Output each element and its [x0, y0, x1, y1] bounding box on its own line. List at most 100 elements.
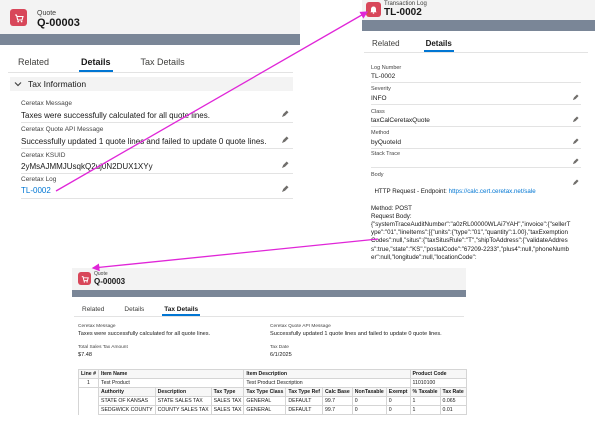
field-label-stack-trace: Stack Trace	[371, 151, 401, 157]
pencil-icon[interactable]	[572, 138, 579, 145]
field-value-quote-api-message: Successfully updated 1 quote lines and f…	[21, 137, 267, 146]
table-header-cell: NonTaxable	[351, 387, 387, 397]
table-header-row: Line # Item Name Item Description Produc…	[78, 369, 467, 379]
table-cell: DEFAULT	[285, 396, 323, 406]
arrow-to-tax-details	[91, 238, 379, 272]
field-value-ceretax-message: Taxes were successfully calculated for a…	[78, 331, 211, 337]
table-cell: SALES TAX	[210, 405, 245, 415]
log-tabs: Related Details	[362, 34, 462, 52]
tab-related[interactable]: Related	[8, 52, 59, 72]
field-label-log-number: Log Number	[371, 65, 402, 71]
table-cell: 99.7	[321, 396, 353, 406]
field-divider	[371, 82, 581, 83]
tab-tax-details[interactable]: Tax Details	[154, 302, 208, 316]
pencil-icon[interactable]	[281, 161, 289, 169]
log-header-bar	[362, 20, 595, 31]
table-cell: 0	[351, 405, 387, 415]
quote-title: Q-00003	[37, 17, 80, 29]
table-cell: 0	[385, 405, 411, 415]
table-cell: 0.065	[439, 396, 467, 406]
tab-details[interactable]: Details	[416, 34, 462, 52]
table-cell: 0	[385, 396, 411, 406]
table-cell: 11010100	[409, 378, 467, 388]
bell-icon	[366, 2, 381, 17]
field-label-body: Body	[371, 172, 384, 178]
quote-icon	[78, 272, 91, 285]
field-label-total-sales-tax: Total Sales Tax Amount	[78, 345, 128, 350]
field-value-total-sales-tax: $7.48	[78, 352, 92, 358]
table-row: 1 Test Product Test Product Description …	[78, 378, 467, 388]
pencil-icon[interactable]	[281, 110, 289, 118]
tabs-divider	[74, 316, 464, 317]
pencil-icon[interactable]	[281, 136, 289, 144]
pencil-icon[interactable]	[572, 116, 579, 123]
body-endpoint-link[interactable]: https://calc.cert.ceretax.net/sale	[449, 188, 536, 195]
pencil-icon[interactable]	[572, 94, 579, 101]
field-value-method: byQuoteId	[371, 139, 401, 146]
tab-related[interactable]: Related	[362, 34, 410, 52]
quote-tabs: Related Details Tax Details	[8, 52, 195, 72]
table-cell: DEFAULT	[285, 405, 323, 415]
table-header-cell: Item Description	[243, 369, 411, 379]
section-tax-information[interactable]: Tax Information	[10, 77, 293, 91]
table-cell: Test Product Description	[243, 378, 411, 388]
field-label-tax-date: Tax Date	[270, 345, 289, 350]
table-row: STATE OF KANSAS STATE SALES TAX SALES TA…	[79, 396, 467, 406]
field-value-quote-api-message: Successfully updated 1 quote lines and f…	[270, 331, 442, 337]
table-cell: STATE SALES TAX	[154, 396, 212, 406]
table-cell-empty	[78, 387, 99, 415]
table-cell: 1	[409, 405, 441, 415]
ceretax-log-link[interactable]: TL-0002	[21, 186, 51, 195]
field-divider	[21, 173, 293, 174]
table-cell: SEDGWICK COUNTY	[98, 405, 156, 415]
table-header-cell: Exempt	[385, 387, 411, 397]
quote-header-bar	[0, 34, 300, 45]
field-value-severity: INFO	[371, 95, 387, 102]
field-divider	[21, 122, 293, 123]
table-cell: Test Product	[97, 378, 245, 388]
pencil-icon[interactable]	[281, 185, 289, 193]
tab-details[interactable]: Details	[71, 52, 121, 72]
field-label-ksuid: Ceretax KSUID	[21, 152, 66, 159]
tab-details[interactable]: Details	[114, 302, 154, 316]
table-header-cell: Tax Type Ref	[285, 387, 323, 397]
tabs-divider	[364, 52, 588, 53]
table-cell: 0	[351, 396, 387, 406]
tab-related[interactable]: Related	[72, 302, 114, 316]
field-label-ceretax-message: Ceretax Message	[21, 100, 72, 107]
field-value-ksuid: 2yMsAJMMJUsqkQ2uj0N2DUX1XYy	[21, 162, 153, 171]
table-cell: COUNTY SALES TAX	[154, 405, 212, 415]
field-value-tax-date: 6/1/2025	[270, 352, 292, 358]
field-label-class: Class	[371, 109, 385, 115]
log-body: HTTP Request - Endpoint: https://calc.ce…	[371, 180, 571, 270]
field-divider	[371, 126, 581, 127]
field-label-ceretax-message: Ceretax Message	[78, 324, 116, 329]
table-header-cell: Authority	[98, 387, 156, 397]
table-header-cell: Product Code	[409, 369, 467, 379]
field-label-ceretax-log: Ceretax Log	[21, 176, 57, 183]
chevron-down-icon	[14, 82, 22, 87]
table-header-cell: Calc Base	[321, 387, 353, 397]
table-cell: 1	[409, 396, 441, 406]
quote-2-tabs: Related Details Tax Details	[72, 302, 208, 316]
table-cell: 99.7	[321, 405, 353, 415]
quote-2-title: Q-00003	[94, 277, 126, 286]
tab-tax-details[interactable]: Tax Details	[131, 52, 195, 72]
line-item-tax-table: Line # Item Name Item Description Produc…	[78, 369, 467, 415]
field-divider	[371, 148, 581, 149]
table-row: SEDGWICK COUNTY COUNTY SALES TAX SALES T…	[79, 405, 467, 415]
table-cell: GENERAL	[243, 396, 287, 406]
log-title: TL-0002	[384, 7, 422, 18]
section-title: Tax Information	[28, 79, 87, 89]
field-value-class: taxCalCeretaxQuote	[371, 117, 430, 124]
quote-2-header-bar	[72, 290, 466, 297]
field-divider	[21, 198, 293, 199]
pencil-icon[interactable]	[572, 158, 579, 165]
field-label-quote-api-message: Ceretax Quote API Message	[21, 126, 104, 133]
quote-object-type: Quote	[37, 10, 57, 17]
quote-icon	[10, 9, 27, 26]
body-text: Method: POST Request Body: {"systemTrace…	[371, 204, 571, 261]
table-cell: SALES TAX	[210, 396, 245, 406]
table-header-cell: Description	[154, 387, 212, 397]
pencil-icon[interactable]	[572, 179, 579, 186]
